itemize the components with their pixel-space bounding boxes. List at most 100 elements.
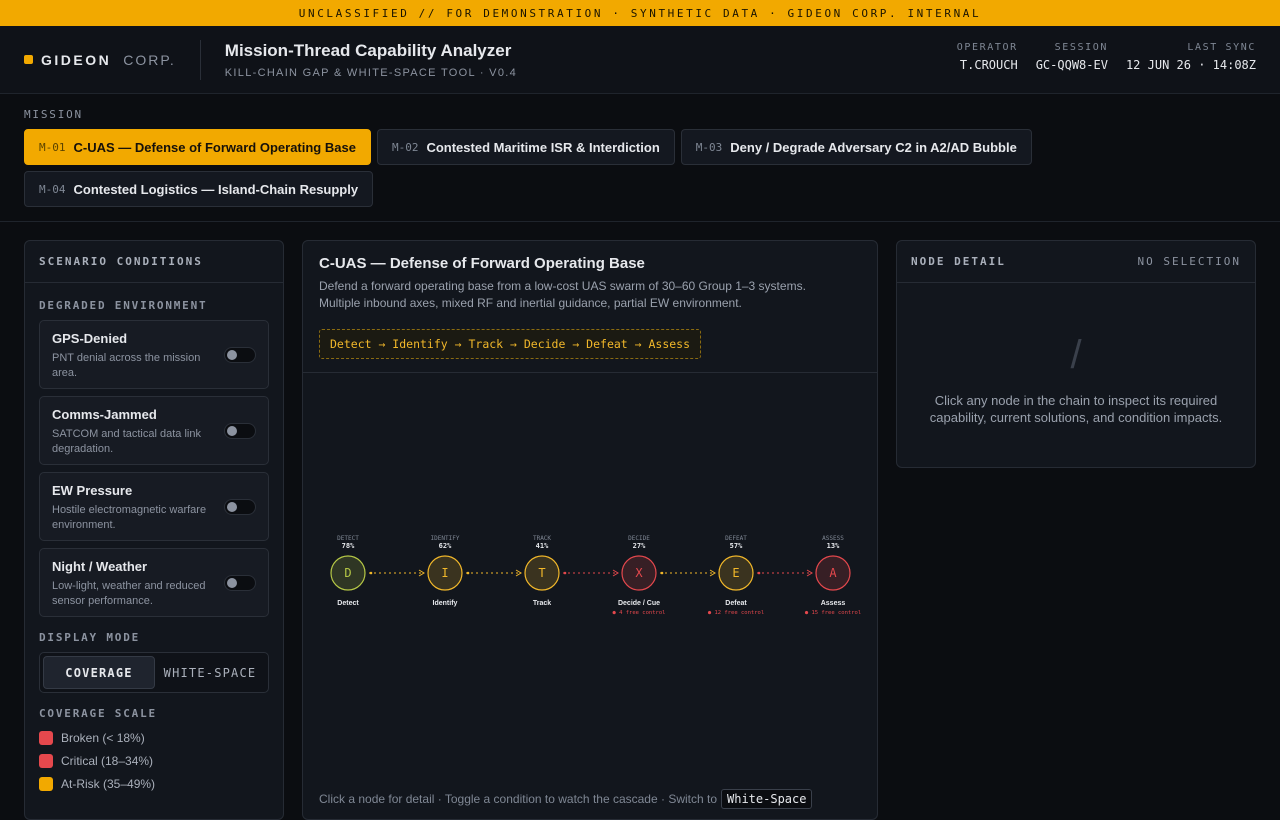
session-label: SESSION — [1054, 42, 1108, 53]
mode-white-space-button[interactable]: WHITE-SPACE — [155, 656, 265, 689]
node-letter: X — [635, 566, 643, 580]
node-detail-header: NODE DETAIL NO SELECTION — [897, 241, 1255, 283]
node-name-label: Decide / Cue — [618, 600, 660, 607]
mission-tab-m03[interactable]: M-03 Deny / Degrade Adversary C2 in A2/AD… — [680, 129, 1032, 165]
mission-tab-m04[interactable]: M-04 Contested Logistics — Island-Chain R… — [24, 171, 374, 207]
white-space-hint-key: White-Space — [721, 789, 813, 809]
node-name-label: Identify — [433, 600, 458, 607]
brand-logo: GIDEON CORP. — [24, 39, 201, 80]
swatch-critical — [39, 753, 53, 768]
session-value: GC-QQW8-EV — [1035, 58, 1108, 72]
node-coverage-value: 27% — [633, 542, 646, 550]
node-detail-state: NO SELECTION — [1137, 255, 1241, 268]
hint-text: Click a node for detail · Toggle a condi… — [319, 792, 717, 806]
mission-name: Contested Maritime ISR & Interdiction — [426, 139, 660, 155]
node-gap-note: ● 15 free control — [805, 610, 861, 616]
mission-id: M-03 — [695, 140, 723, 154]
empty-state-icon: / — [1070, 333, 1082, 377]
operator-label: OPERATOR — [956, 42, 1018, 53]
node-gap-note: ● 12 free control — [708, 610, 764, 616]
node-gap-note: ● 4 free control — [613, 610, 666, 616]
display-mode-label: DISPLAY MODE — [39, 631, 141, 644]
node-detail-panel: NODE DETAIL NO SELECTION / Click any node… — [896, 240, 1256, 468]
node-letter: D — [344, 566, 351, 580]
condition-name: EW Pressure — [52, 483, 133, 498]
brand-corp: CORP. — [123, 51, 176, 68]
condition-name: Night / Weather — [52, 559, 148, 574]
mission-name: Contested Logistics — Island-Chain Resup… — [73, 181, 359, 197]
condition-desc: Low-light, weather and reduced sensor pe… — [52, 580, 206, 607]
node-name-label: Defeat — [725, 600, 747, 607]
ew-pressure-toggle[interactable] — [224, 499, 256, 515]
app-header: GIDEON CORP. Mission-Thread Capability A… — [0, 26, 1280, 94]
node-coverage-value: 62% — [439, 542, 452, 550]
condition-desc: Hostile electromagnetic warfare environm… — [52, 504, 207, 531]
env-label: DEGRADED ENVIRONMENT — [39, 299, 208, 312]
node-coverage-value: 78% — [342, 542, 355, 550]
mission-selector: MISSION M-01 C-UAS — Defense of Forward O… — [0, 94, 1280, 222]
session-meta: OPERATOR T.CROUCH SESSION GC-QQW8-EV LAST … — [957, 42, 1256, 72]
flow-pulse-dot — [660, 571, 664, 575]
app-subtitle: KILL-CHAIN GAP & WHITE-SPACE TOOL · V0.4 — [224, 66, 518, 79]
node-letter: T — [538, 566, 545, 580]
mission-thread-title: C-UAS — Defense of Forward Operating Bas… — [319, 255, 645, 272]
condition-name: GPS-Denied — [52, 331, 128, 346]
gps-denied-toggle[interactable] — [224, 347, 256, 363]
mission-thread-desc: Defend a forward operating base from a l… — [319, 279, 806, 310]
coverage-scale-label: COVERAGE SCALE — [39, 707, 157, 720]
flow-pulse-dot — [466, 571, 470, 575]
empty-state-message: Click any node in the chain to inspect i… — [929, 393, 1223, 425]
node-name-label: Track — [533, 600, 551, 607]
kill-chain-graph: DETECT78% D Detect IDENTIFY62% I Identify TRAC… — [330, 535, 861, 616]
scale-item-broken: Broken (< 18%) — [39, 726, 269, 749]
scale-label: Critical (18–34%) — [61, 753, 154, 768]
mission-tab-m02[interactable]: M-02 Contested Maritime ISR & Interdictio… — [376, 129, 675, 165]
scale-label: Broken (< 18%) — [61, 730, 145, 745]
scale-label: At-Risk (35–49%) — [61, 776, 156, 791]
scenario-panel: SCENARIO CONDITIONS DEGRADED ENVIRONMENT… — [24, 240, 284, 820]
app-title: Mission-Thread Capability Analyzer — [224, 40, 512, 60]
condition-desc: PNT denial across the mission area. — [52, 352, 201, 379]
node-stage-label: IDENTIFY — [431, 535, 460, 542]
night-weather-toggle[interactable] — [224, 575, 256, 591]
display-mode-switch: COVERAGE WHITE-SPACE — [39, 652, 269, 693]
node-coverage-value: 41% — [536, 542, 549, 550]
mission-id: M-04 — [39, 182, 66, 196]
swatch-at-risk — [39, 776, 53, 791]
comms-jammed-toggle[interactable] — [224, 423, 256, 439]
flow-pulse-dot — [563, 571, 567, 575]
scenario-title: SCENARIO CONDITIONS — [39, 255, 203, 268]
brand-mark-icon — [24, 55, 33, 64]
node-coverage-value: 57% — [730, 542, 743, 550]
scale-item-critical: Critical (18–34%) — [39, 749, 269, 772]
hint-footer: Click a node for detail · Toggle a condi… — [319, 789, 813, 809]
mission-id: M-02 — [391, 140, 419, 154]
node-letter: A — [829, 566, 837, 580]
operator-value: T.CROUCH — [959, 58, 1018, 72]
kill-chain-sequence: Detect → Identify → Track → Decide → Def… — [319, 329, 702, 359]
brand-name: GIDEON — [41, 51, 112, 68]
swatch-broken — [39, 730, 53, 745]
node-stage-label: TRACK — [533, 535, 551, 542]
node-letter: I — [441, 566, 448, 580]
mission-id: M-01 — [39, 140, 66, 154]
mission-name: C-UAS — Defense of Forward Operating Bas… — [73, 139, 356, 155]
last-sync-label: LAST SYNC — [1187, 42, 1256, 53]
mission-label: MISSION — [24, 108, 83, 121]
node-name-label: Detect — [337, 600, 359, 607]
node-stage-label: DETECT — [337, 535, 359, 542]
mission-tab-m01[interactable]: M-01 C-UAS — Defense of Forward Operating… — [24, 129, 371, 165]
last-sync-value: 12 JUN 26 · 14:08Z — [1125, 58, 1256, 72]
scale-item-at-risk: At-Risk (35–49%) — [39, 772, 269, 795]
classification-banner: UNCLASSIFIED // FOR DEMONSTRATION · SYNT… — [0, 0, 1280, 26]
condition-desc: SATCOM and tactical data link degradatio… — [52, 428, 201, 455]
condition-comms-jammed: Comms-Jammed SATCOM and tactical data li… — [39, 396, 269, 465]
condition-ew-pressure: EW Pressure Hostile electromagnetic warf… — [39, 472, 269, 541]
mission-thread-panel: C-UAS — Defense of Forward Operating Bas… — [302, 240, 878, 820]
node-name-label: Assess — [821, 600, 846, 607]
flow-pulse-dot — [369, 571, 373, 575]
node-detail-title: NODE DETAIL — [911, 255, 1006, 268]
node-stage-label: DEFEAT — [725, 535, 747, 542]
mode-coverage-button[interactable]: COVERAGE — [43, 656, 155, 689]
condition-name: Comms-Jammed — [52, 407, 157, 422]
